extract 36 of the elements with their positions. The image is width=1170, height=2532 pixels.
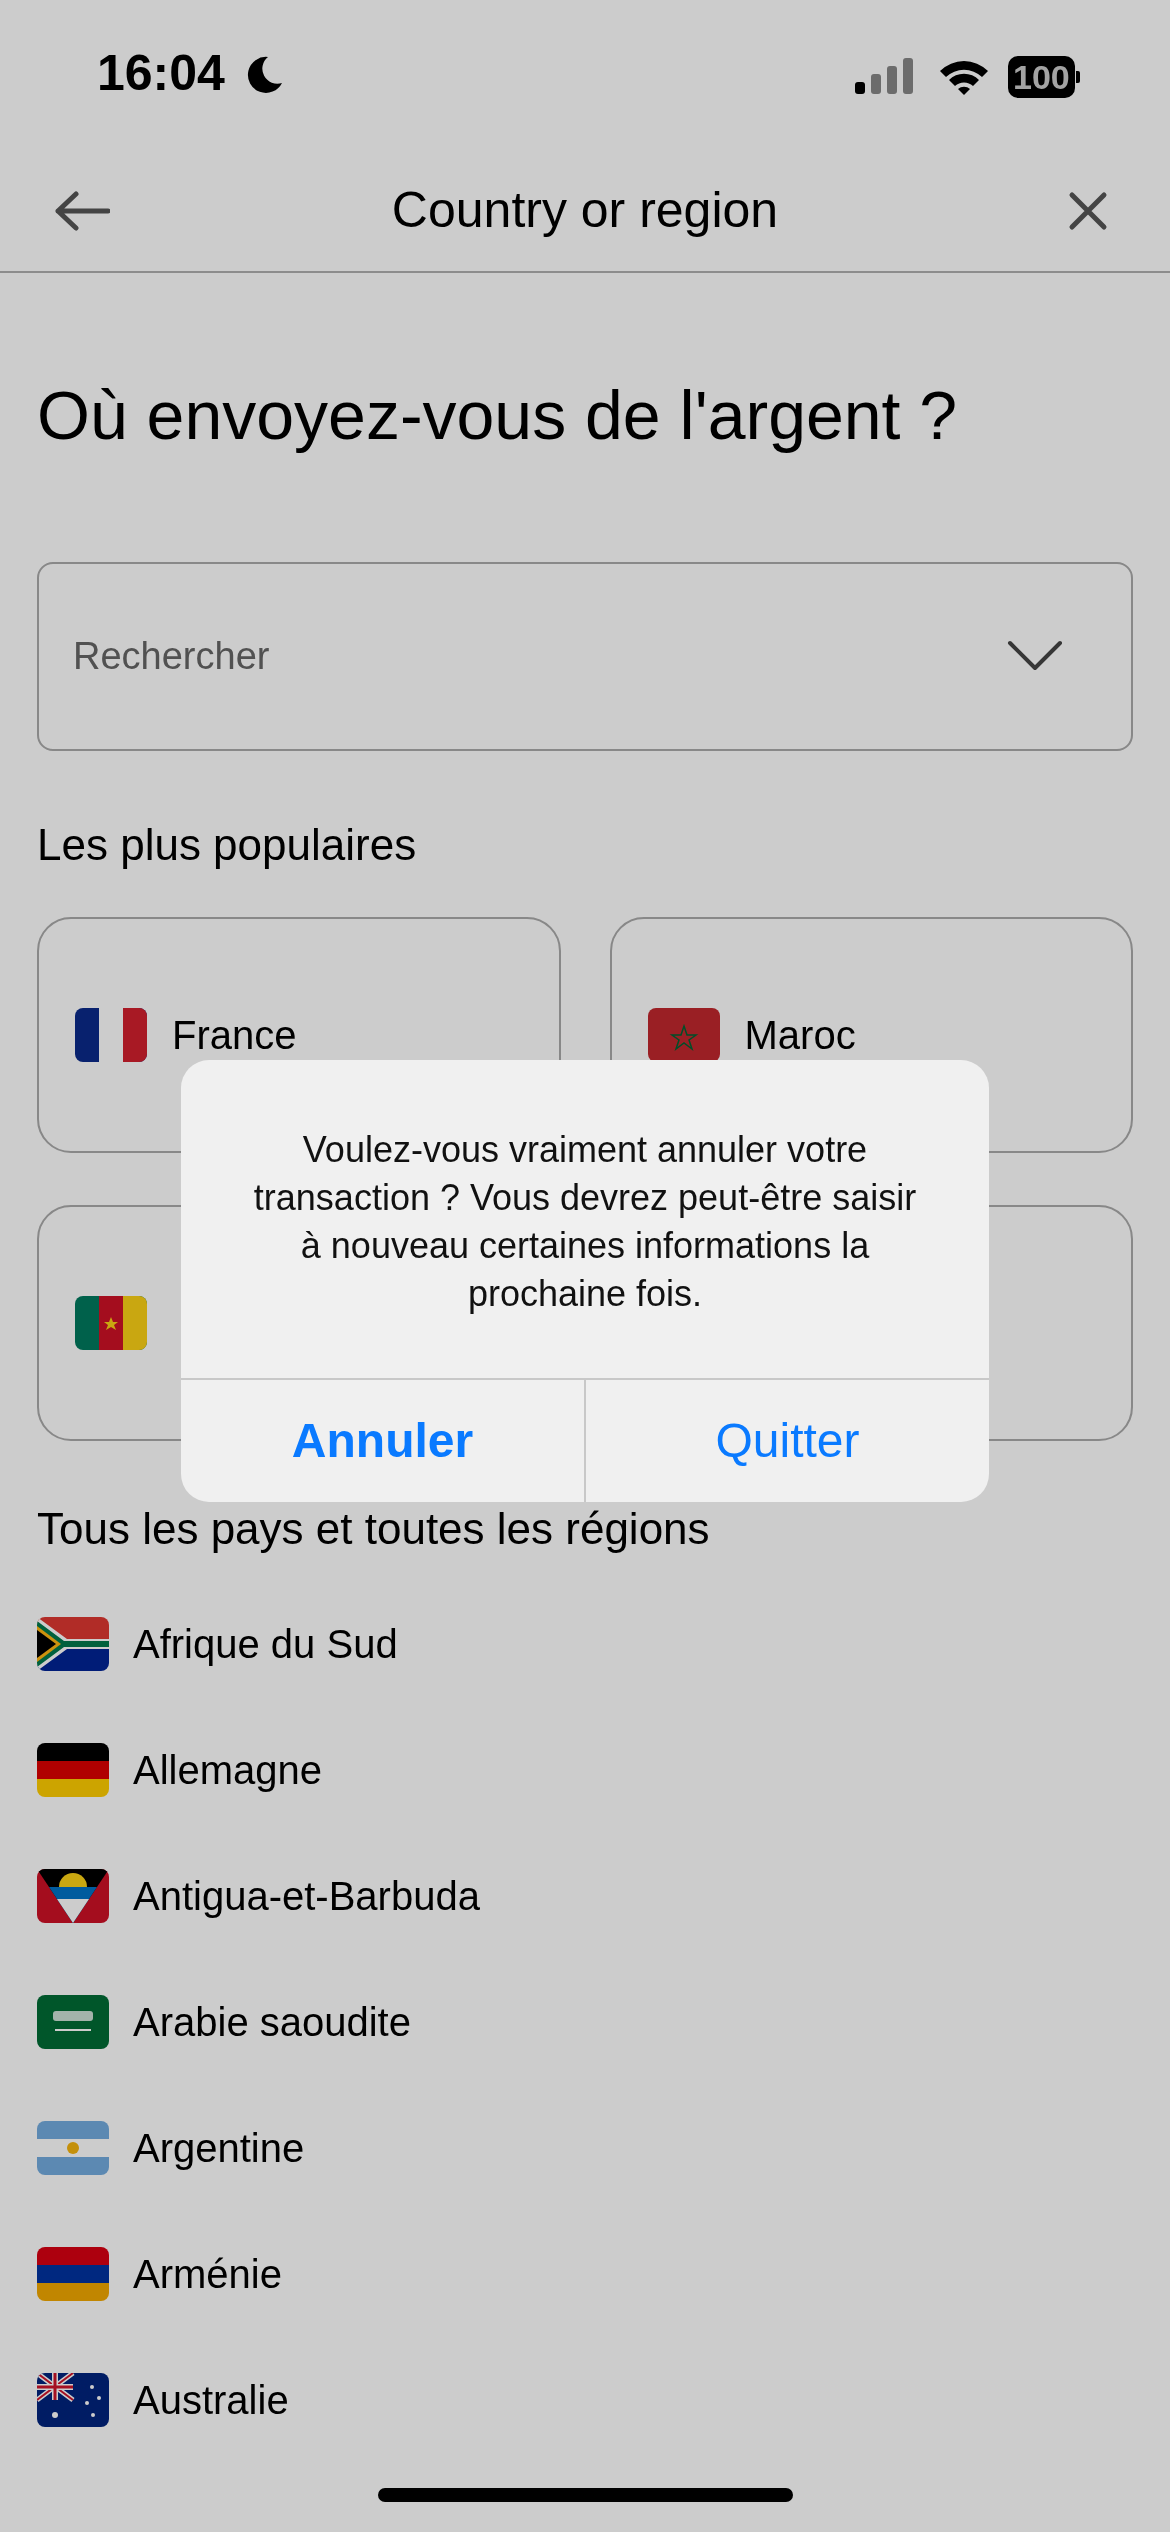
country-row[interactable]: Arménie: [37, 2211, 1133, 2337]
flag-icon: [75, 1296, 147, 1350]
country-row[interactable]: Australie: [37, 2337, 1133, 2430]
country-row[interactable]: Antigua-et-Barbuda: [37, 1833, 1133, 1959]
country-name: Antigua-et-Barbuda: [133, 1873, 480, 1920]
country-name: Australie: [133, 2377, 289, 2424]
country-row[interactable]: Allemagne: [37, 1707, 1133, 1833]
country-name: Allemagne: [133, 1747, 322, 1794]
country-row[interactable]: Argentine: [37, 2085, 1133, 2211]
country-name: France: [172, 1012, 297, 1059]
flag-icon: [37, 2247, 109, 2301]
flag-icon: [647, 1008, 720, 1062]
flag-icon: [37, 1995, 109, 2049]
country-name: Arménie: [133, 2251, 282, 2298]
nav-title: Country or region: [391, 181, 779, 240]
country-row[interactable]: Afrique du Sud: [37, 1581, 1133, 1707]
chevron-down-icon: [1007, 640, 1063, 672]
country-row[interactable]: Arabie saoudite: [37, 1959, 1133, 2085]
wifi-icon: [938, 58, 990, 96]
country-name: Maroc: [744, 1012, 856, 1059]
country-name: Argentine: [133, 2125, 305, 2172]
flag-icon: [37, 1617, 109, 1671]
flag-icon: [37, 2373, 109, 2427]
section-title: Tous les pays et toutes les régions: [37, 1507, 711, 1551]
dialog-button[interactable]: Quitter: [584, 1380, 989, 1502]
dialog-button[interactable]: Annuler: [181, 1380, 584, 1502]
country-name: Afrique du Sud: [133, 1621, 398, 1668]
flag-icon: [75, 1008, 147, 1062]
search-field[interactable]: Rechercher: [37, 562, 1133, 751]
flag-icon: [37, 1869, 109, 1923]
section-title: Les plus populaires: [37, 823, 418, 867]
signal-icon: [855, 58, 915, 94]
country-name: Arabie saoudite: [133, 1999, 411, 2046]
flag-icon: [37, 2121, 109, 2175]
status-time: 16:04: [97, 48, 225, 98]
flag-icon: [37, 1743, 109, 1797]
